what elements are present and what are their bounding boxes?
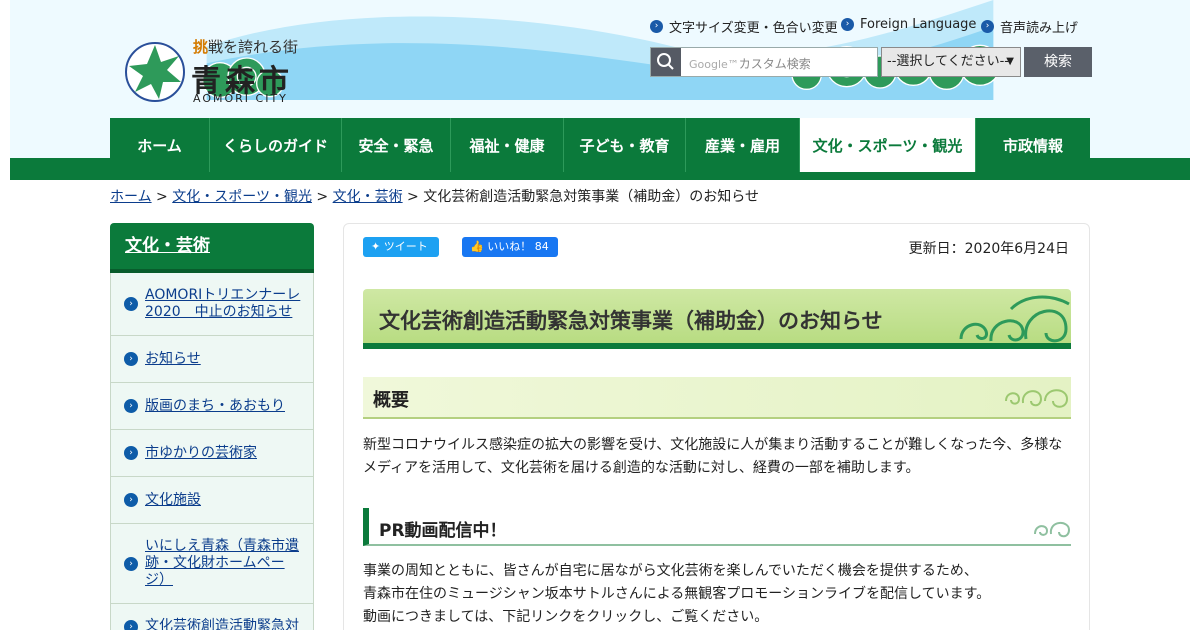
swirl-decoration <box>1005 389 1069 408</box>
sidebar-item-print-town[interactable]: › 版画のまち・あおもり <box>111 383 313 430</box>
tweet-button[interactable]: ✦ ツイート <box>363 237 439 257</box>
arrow-right-icon: › <box>124 446 138 460</box>
nav-industry[interactable]: 産業・雇用 <box>686 118 800 172</box>
twitter-icon: ✦ <box>371 240 381 253</box>
nav-city-info[interactable]: 市政情報 <box>976 118 1090 172</box>
search-button[interactable]: 検索 <box>1024 47 1092 77</box>
nav-welfare[interactable]: 福祉・健康 <box>451 118 564 172</box>
logo-city-name-en: AOMORI CITY <box>193 92 288 105</box>
main-content: ✦ ツイート 👍 いいね！ 84 更新日：2020年6月24日 文化芸術創造活動… <box>343 223 1090 630</box>
sidebar-item-triennale[interactable]: › AOMORIトリエンナーレ2020 中止のお知らせ <box>111 273 313 336</box>
arrow-right-icon: › <box>841 18 854 31</box>
like-button[interactable]: 👍 いいね！ 84 <box>462 237 558 257</box>
breadcrumb: ホーム > 文化・スポーツ・観光 > 文化・芸術 > 文化芸術創造活動緊急対策事… <box>110 189 759 205</box>
nav-safety[interactable]: 安全・緊急 <box>342 118 451 172</box>
arrow-right-icon: › <box>124 352 138 366</box>
sidebar-list: › AOMORIトリエンナーレ2020 中止のお知らせ › お知らせ › 版画のまち・… <box>110 273 314 630</box>
arrow-right-icon: › <box>124 297 138 311</box>
site-search-input[interactable]: Google™カスタム検索 <box>650 47 878 77</box>
global-nav: ホーム くらしのガイド 安全・緊急 福祉・健康 子ども・教育 産業・雇用 文化・… <box>110 118 1090 172</box>
swirl-decoration <box>1034 522 1071 538</box>
arrow-right-icon: › <box>981 20 994 33</box>
updated-date: 更新日：2020年6月24日 <box>908 241 1069 257</box>
overview-heading: 概要 <box>373 390 409 411</box>
nav-home[interactable]: ホーム <box>110 118 210 172</box>
arrow-right-icon: › <box>124 556 138 571</box>
pr-heading: PR動画配信中！ <box>379 521 507 541</box>
overview-text: 新型コロナウイルス感染症の拡大の影響を受け、文化施設に人が集まり活動することが難… <box>363 437 1063 476</box>
font-color-settings-link[interactable]: › 文字サイズ変更・色合い変更 <box>650 17 838 36</box>
sidebar-item-facilities[interactable]: › 文化施設 <box>111 477 313 524</box>
pr-text-line: 青森市在住のミュージシャン坂本サトルさんによる無観客プロモーションライブを配信し… <box>363 586 991 602</box>
arrow-right-icon: › <box>124 493 138 507</box>
search-icon <box>651 48 681 76</box>
sidebar-item-heritage[interactable]: › いにしえ青森（青森市遺跡・文化財ホームページ） <box>111 524 313 604</box>
search-placeholder: Google™カスタム検索 <box>689 57 811 71</box>
voice-reading-link[interactable]: › 音声読み上げ <box>981 17 1078 36</box>
sidebar-title[interactable]: 文化・芸術 <box>110 223 314 273</box>
wave-swirl-decoration <box>959 295 1070 343</box>
nav-children-education[interactable]: 子ども・教育 <box>564 118 686 172</box>
page-title-box: 文化芸術創造活動緊急対策事業（補助金）のお知らせ <box>363 289 1071 349</box>
arrow-right-icon: › <box>124 399 138 413</box>
arrow-right-icon: › <box>124 620 138 630</box>
nav-living-guide[interactable]: くらしのガイド <box>210 118 342 172</box>
breadcrumb-home[interactable]: ホーム <box>110 189 152 205</box>
arrow-right-icon: › <box>650 20 663 33</box>
sidebar: 文化・芸術 › AOMORIトリエンナーレ2020 中止のお知らせ › お知らせ ›… <box>110 223 314 630</box>
pr-text-line: 動画につきましては、下記リンクをクリックし、ご覧ください。 <box>363 609 769 625</box>
sidebar-item-artists[interactable]: › 市ゆかりの芸術家 <box>111 430 313 477</box>
site-logo[interactable]: 挑戦を誇れる街 青森市 AOMORI CITY <box>125 36 315 106</box>
star-emblem-icon <box>125 42 185 102</box>
pr-text: 事業の周知とともに、皆さんが自宅に居ながら文化芸術を楽しんでいただく機会を提供す… <box>363 560 1073 629</box>
thumbs-up-icon: 👍 <box>470 240 484 253</box>
sidebar-item-emergency-project[interactable]: › 文化芸術創造活動緊急対 <box>111 604 313 630</box>
pr-heading-box: PR動画配信中！ <box>363 508 1071 546</box>
logo-tagline: 挑戦を誇れる街 <box>193 38 299 56</box>
sidebar-item-news[interactable]: › お知らせ <box>111 336 313 383</box>
nav-culture-sports-tourism[interactable]: 文化・スポーツ・観光 <box>800 118 976 172</box>
breadcrumb-culture-sports-tourism[interactable]: 文化・スポーツ・観光 <box>172 189 312 205</box>
dropdown-arrow-icon: ▼ <box>1006 56 1014 67</box>
language-select[interactable]: --選択してください-- ▼ <box>881 47 1021 77</box>
breadcrumb-current: 文化芸術創造活動緊急対策事業（補助金）のお知らせ <box>423 189 759 205</box>
breadcrumb-culture-arts[interactable]: 文化・芸術 <box>333 189 403 205</box>
pr-text-line: 事業の周知とともに、皆さんが自宅に居ながら文化芸術を楽しんでいただく機会を提供す… <box>363 563 978 579</box>
overview-heading-box: 概要 <box>363 377 1071 419</box>
page-title: 文化芸術創造活動緊急対策事業（補助金）のお知らせ <box>379 309 883 333</box>
foreign-language-link[interactable]: › Foreign Language <box>841 17 976 32</box>
